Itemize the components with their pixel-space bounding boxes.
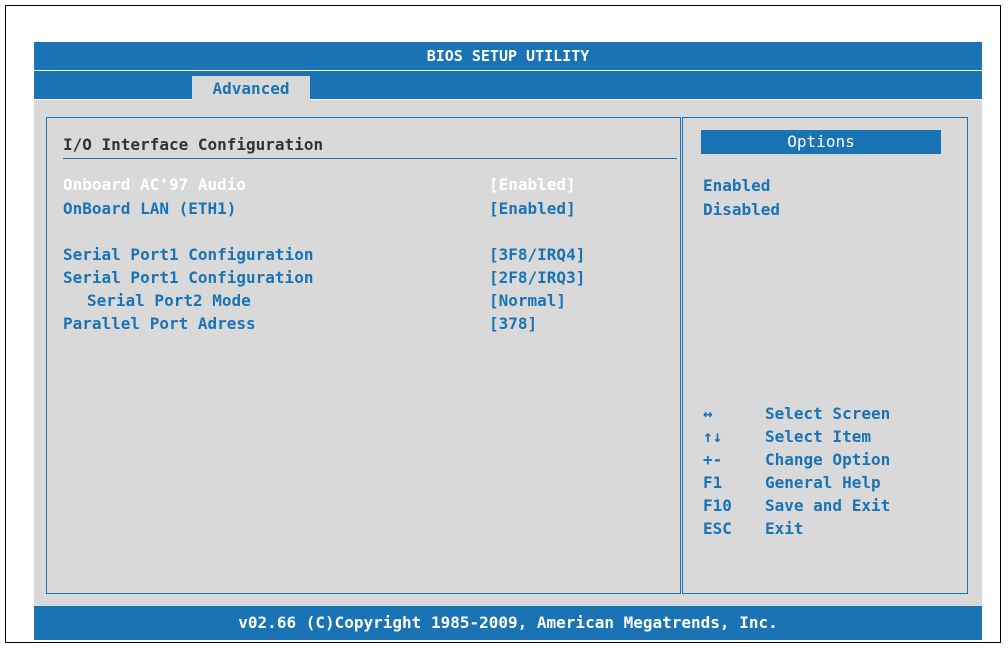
settings-panel: I/O Interface Configuration Onboard AC'9…: [46, 117, 681, 594]
setting-label: Serial Port2 Mode: [87, 291, 251, 310]
setting-parallel-port-address[interactable]: Parallel Port Adress [378]: [63, 313, 663, 335]
setting-value: [2F8/IRQ3]: [489, 268, 586, 287]
tab-bar: Advanced: [34, 70, 982, 102]
section-title: I/O Interface Configuration: [63, 135, 324, 154]
help-row: F10 Save and Exit: [703, 495, 943, 517]
help-row: F1 General Help: [703, 472, 943, 494]
setting-label: OnBoard LAN (ETH1): [63, 199, 237, 218]
setting-value: [Enabled]: [489, 199, 576, 218]
help-row: ↑↓ Select Item: [703, 426, 943, 448]
setting-onboard-lan[interactable]: OnBoard LAN (ETH1) [Enabled]: [63, 198, 663, 220]
help-key: ESC: [703, 519, 732, 538]
option-enabled[interactable]: Enabled: [703, 175, 770, 197]
help-desc: Select Item: [765, 427, 871, 446]
setting-value: [Normal]: [489, 291, 567, 310]
bios-screen: BIOS SETUP UTILITY Advanced I/O Interfac…: [34, 42, 982, 640]
section-divider: [63, 158, 677, 159]
left-right-arrow-icon: ↔: [703, 404, 713, 423]
setting-onboard-audio[interactable]: Onboard AC'97 Audio [Enabled]: [63, 174, 663, 196]
setting-label: Serial Port1 Configuration: [63, 268, 314, 287]
help-desc: General Help: [765, 473, 881, 492]
help-key: F1: [703, 473, 723, 492]
help-row: ESC Exit: [703, 518, 943, 540]
app-title: BIOS SETUP UTILITY: [34, 42, 982, 70]
setting-value: [378]: [489, 314, 538, 333]
setting-label: Parallel Port Adress: [63, 314, 256, 333]
help-row: +- Change Option: [703, 449, 943, 471]
setting-label: Onboard AC'97 Audio: [63, 175, 247, 194]
copyright-footer: v02.66 (C)Copyright 1985-2009, American …: [34, 606, 982, 640]
help-desc: Change Option: [765, 450, 891, 469]
option-disabled[interactable]: Disabled: [703, 199, 780, 221]
setting-serial-port2-mode[interactable]: Serial Port2 Mode [Normal]: [63, 290, 663, 312]
options-panel: Options Enabled Disabled ↔ Select Screen…: [682, 117, 968, 594]
setting-serial-port1-config-b[interactable]: Serial Port1 Configuration [2F8/IRQ3]: [63, 267, 663, 289]
setting-label: Serial Port1 Configuration: [63, 245, 314, 264]
setting-value: [3F8/IRQ4]: [489, 245, 586, 264]
help-key: +-: [703, 450, 723, 469]
help-desc: Select Screen: [765, 404, 891, 423]
setting-value: [Enabled]: [489, 175, 576, 194]
up-down-arrow-icon: ↑↓: [703, 427, 723, 446]
tab-advanced[interactable]: Advanced: [192, 76, 310, 102]
help-key: F10: [703, 496, 732, 515]
options-header: Options: [701, 130, 941, 154]
setting-serial-port1-config-a[interactable]: Serial Port1 Configuration [3F8/IRQ4]: [63, 244, 663, 266]
help-row: ↔ Select Screen: [703, 403, 943, 425]
help-desc: Exit: [765, 519, 804, 538]
help-desc: Save and Exit: [765, 496, 891, 515]
